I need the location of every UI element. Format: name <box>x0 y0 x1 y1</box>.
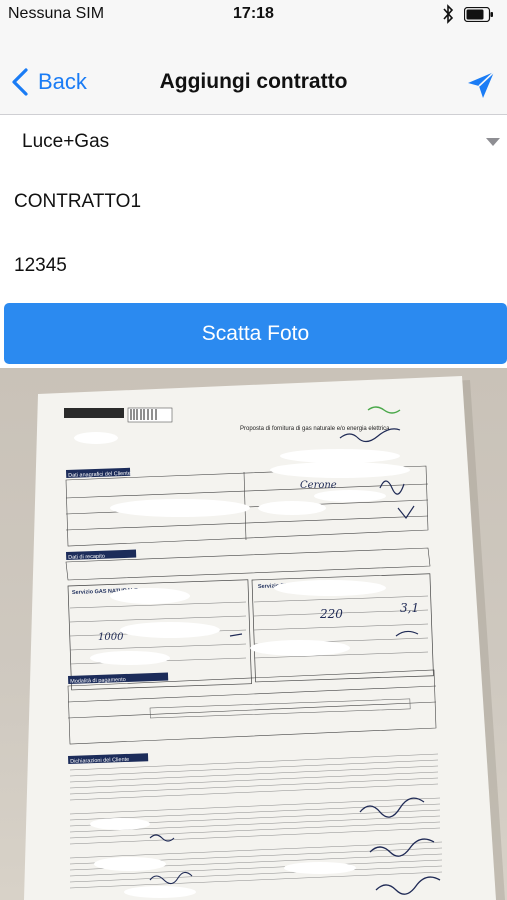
contract-photo: Proposta di fornitura di gas naturale e/… <box>0 368 507 900</box>
bluetooth-icon <box>443 4 454 24</box>
document-header-text: Proposta di fornitura di gas naturale e/… <box>240 426 390 432</box>
contract-type-select[interactable]: Luce+Gas <box>0 115 507 170</box>
page-title: Aggiungi contratto <box>159 70 348 93</box>
battery-icon <box>464 7 493 22</box>
contract-name-field[interactable] <box>0 172 507 232</box>
handwriting-4: 1000 <box>98 632 124 643</box>
contract-number-field[interactable] <box>0 236 507 296</box>
send-icon[interactable] <box>466 70 496 100</box>
status-bar: Nessuna SIM 17:18 <box>0 0 507 30</box>
section-2-label: Dati di recapito <box>68 554 105 561</box>
navigation-bar: Back Aggiungi contratto <box>0 30 507 115</box>
contract-document-image: Proposta di fornitura di gas naturale e/… <box>24 376 505 900</box>
contract-type-value: Luce+Gas <box>22 131 110 152</box>
take-photo-button[interactable]: Scatta Foto <box>4 303 507 364</box>
clock: 17:18 <box>233 5 274 22</box>
handwriting-3: 3,1 <box>400 601 419 615</box>
dropdown-caret-icon <box>486 138 500 146</box>
handwriting-2: 220 <box>319 607 343 621</box>
handwriting-1: Cerone <box>300 480 337 491</box>
